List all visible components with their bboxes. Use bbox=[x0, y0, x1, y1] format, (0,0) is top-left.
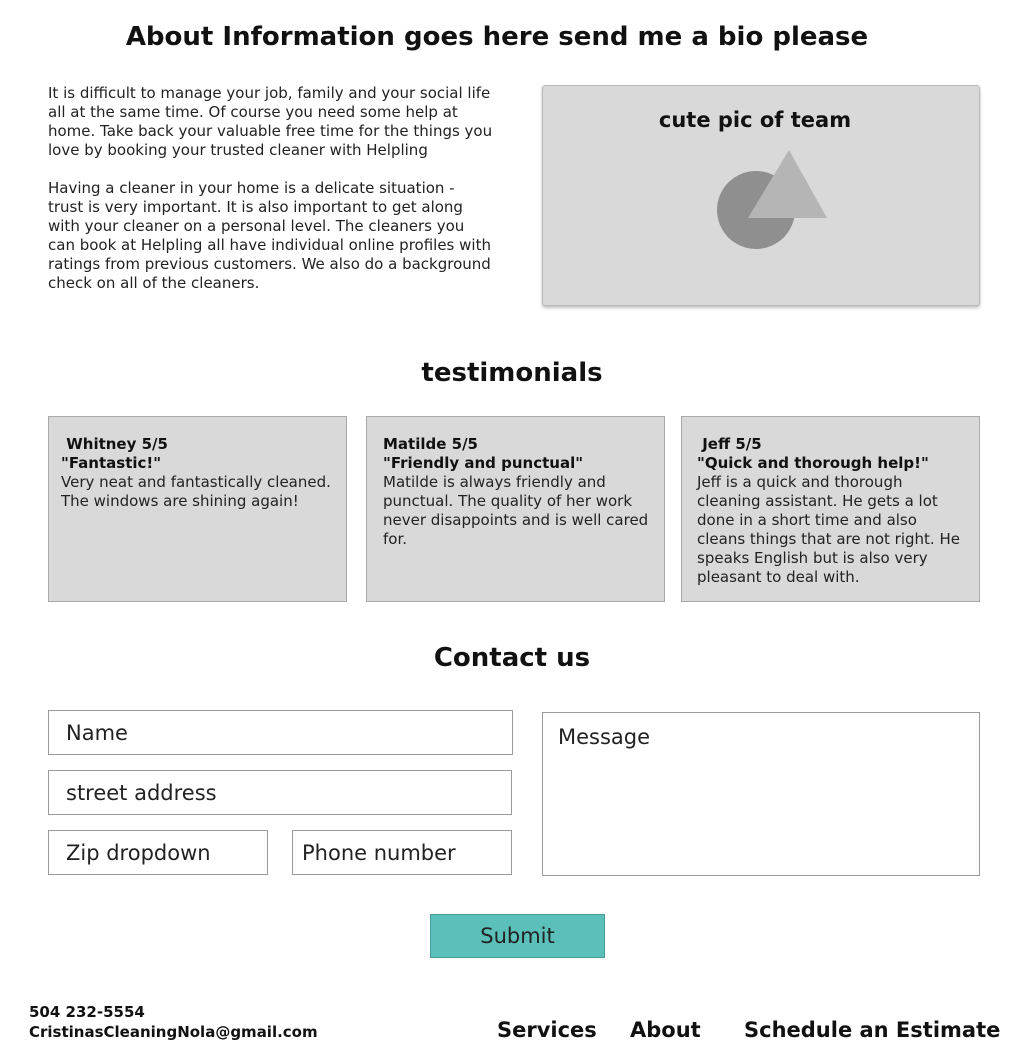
nav-about[interactable]: About bbox=[630, 1018, 701, 1042]
footer-phone: 504 232-5554 bbox=[29, 1003, 145, 1021]
testimonial-card: Jeff 5/5 "Quick and thorough help!" Jeff… bbox=[681, 416, 980, 602]
image-placeholder-icon bbox=[717, 150, 827, 249]
team-picture-placeholder: cute pic of team bbox=[542, 85, 980, 306]
testimonial-quote: "Fantastic!" bbox=[61, 454, 162, 472]
team-picture-label: cute pic of team bbox=[658, 108, 852, 132]
message-textarea[interactable] bbox=[542, 712, 980, 876]
contact-title: Contact us bbox=[433, 643, 591, 673]
testimonial-card: Whitney 5/5 "Fantastic!" Very neat and f… bbox=[48, 416, 347, 602]
about-text: It is difficult to manage your job, fami… bbox=[48, 84, 493, 312]
testimonials-title: testimonials bbox=[421, 358, 603, 388]
submit-button[interactable]: Submit bbox=[430, 914, 605, 958]
nav-schedule-estimate[interactable]: Schedule an Estimate bbox=[744, 1018, 1000, 1042]
about-paragraph-2: Having a cleaner in your home is a delic… bbox=[48, 179, 491, 292]
testimonial-author: Whitney 5/5 bbox=[61, 435, 168, 453]
footer-email[interactable]: CristinasCleaningNola@gmail.com bbox=[29, 1023, 318, 1041]
testimonial-author: Matilde 5/5 bbox=[383, 435, 478, 453]
street-address-input[interactable] bbox=[48, 770, 512, 815]
zip-dropdown[interactable] bbox=[48, 830, 268, 875]
name-input[interactable] bbox=[48, 710, 513, 755]
testimonial-body: Jeff is a quick and thorough cleaning as… bbox=[697, 473, 960, 586]
testimonial-body: Matilde is always friendly and punctual.… bbox=[383, 473, 649, 548]
nav-services[interactable]: Services bbox=[497, 1018, 597, 1042]
about-title: About Information goes here send me a bi… bbox=[125, 22, 869, 52]
phone-number-input[interactable] bbox=[292, 830, 512, 875]
testimonial-quote: "Friendly and punctual" bbox=[383, 454, 584, 472]
about-paragraph-1: It is difficult to manage your job, fami… bbox=[48, 84, 493, 159]
testimonial-quote: "Quick and thorough help!" bbox=[697, 454, 929, 472]
testimonial-author: Jeff 5/5 bbox=[697, 435, 762, 453]
testimonial-body: Very neat and fantastically cleaned. The… bbox=[61, 473, 331, 510]
testimonial-card: Matilde 5/5 "Friendly and punctual" Mati… bbox=[366, 416, 665, 602]
